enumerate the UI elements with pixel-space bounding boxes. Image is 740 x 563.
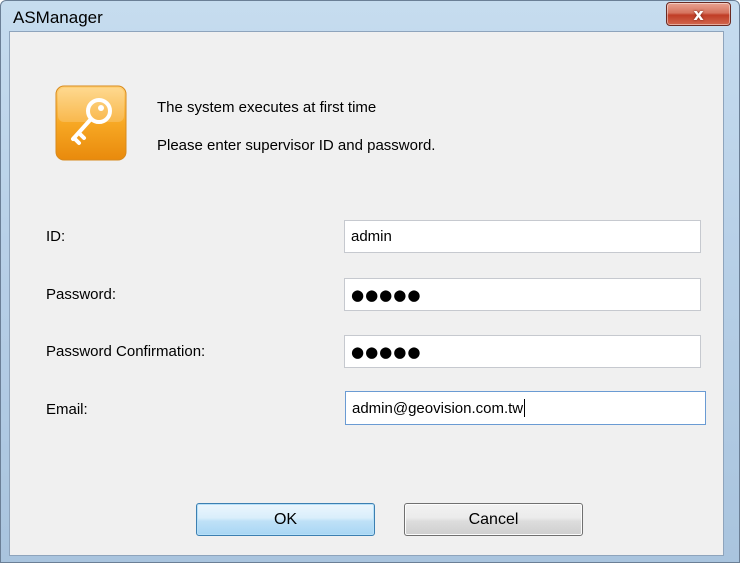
password-confirmation-field[interactable]: ●●●●● — [344, 335, 701, 368]
email-label: Email: — [46, 401, 88, 418]
dialog-window: ASManager x The system executes at first… — [0, 0, 740, 563]
title-bar[interactable]: ASManager x — [1, 1, 739, 31]
password-label: Password: — [46, 286, 117, 303]
email-value: admin@geovision.com.tw — [352, 399, 524, 417]
close-button[interactable]: x — [666, 2, 731, 26]
password-value: ●●●●● — [351, 285, 422, 304]
cancel-button[interactable]: Cancel — [404, 503, 583, 536]
password-confirmation-value: ●●●●● — [351, 342, 422, 361]
id-field[interactable]: admin — [344, 220, 701, 253]
intro-text-2: Please enter supervisor ID and password. — [157, 137, 436, 154]
intro-text-1: The system executes at first time — [157, 99, 377, 116]
id-label: ID: — [46, 228, 66, 245]
id-value: admin — [351, 228, 392, 245]
ok-button[interactable]: OK — [196, 503, 375, 536]
close-icon: x — [693, 4, 704, 24]
text-caret — [524, 399, 526, 417]
password-field[interactable]: ●●●●● — [344, 278, 701, 311]
key-icon — [55, 85, 127, 161]
password-confirmation-label: Password Confirmation: — [46, 343, 206, 360]
window-title: ASManager — [13, 8, 103, 27]
email-field[interactable]: admin@geovision.com.tw — [345, 391, 706, 425]
